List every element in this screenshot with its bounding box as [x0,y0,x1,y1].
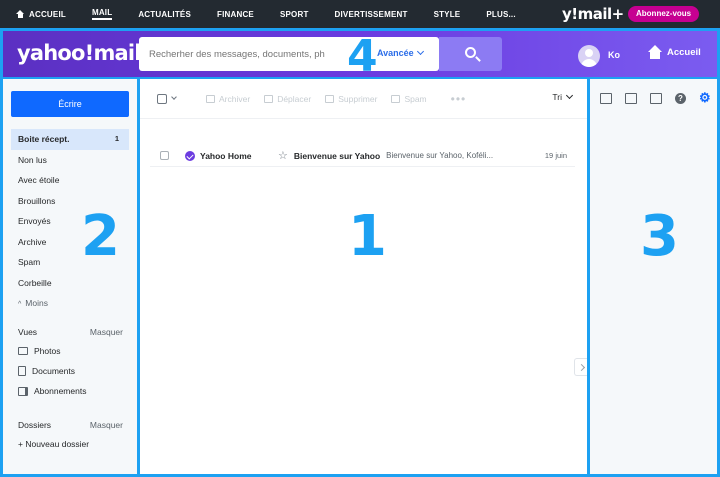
subscriptions-icon [18,386,28,396]
spam-label: Spam [404,93,427,104]
user-name[interactable]: Ko [608,50,620,60]
nav-news[interactable]: ACTUALITÉS [138,10,191,19]
nav-home[interactable]: ACCUEIL [16,10,66,19]
avatar[interactable] [578,45,600,67]
view-documents[interactable]: Documents [11,361,129,381]
archive-label: Archiver [219,93,251,104]
message-sender: Yahoo Home [200,150,252,161]
callout-number-3: 3 [640,204,679,269]
message-subject: Bienvenue sur Yahoo [293,150,381,161]
star-icon[interactable]: ☆ [278,149,288,162]
right-toolbar: ? ⚙ [600,91,711,104]
message-preview: Bienvenue sur Yahoo, Koféli... [386,151,494,160]
message-toolbar: Archiver Déplacer Supprimer Spam ••• Tri [140,79,590,119]
nav-home-label: ACCUEIL [29,9,66,19]
view-label: Photos [34,346,61,356]
view-label: Documents [32,366,75,376]
folder-label: Boite récept. [18,134,70,144]
home-link-label: Accueil [667,46,701,58]
yahoo-mail-logo[interactable]: yahoo!mail [17,41,142,65]
folder-sidebar: Écrire Boite récept. 1 Non lus Avec étoil… [0,79,140,477]
nav-more[interactable]: PLUS... [486,10,515,19]
message-date: 19 juin [544,151,567,160]
show-less-toggle[interactable]: Moins [11,293,129,313]
message-row[interactable]: Yahoo Home ☆ Bienvenue sur Yahoo Bienven… [150,145,575,167]
more-actions-button[interactable]: ••• [451,92,467,106]
mail-header: yahoo!mail Avancée 4 Ko Accueil [0,28,720,79]
unread-count: 1 [114,134,119,143]
folders-header: Dossiers Masquer [11,416,129,434]
archive-button[interactable]: Archiver [206,94,250,104]
verified-sender-icon [185,150,195,161]
select-all-checkbox[interactable] [157,93,167,104]
message-checkbox[interactable] [160,151,169,160]
folders-title: Dossiers [18,420,52,430]
views-section: Vues Masquer Photos Documents Abonnements [11,323,129,401]
contacts-icon[interactable] [600,92,612,104]
advanced-search-button[interactable]: Avancée [377,48,423,58]
home-link[interactable]: Accueil [648,45,701,59]
chevron-down-icon[interactable] [171,94,177,100]
nav-style[interactable]: STYLE [434,10,461,19]
delete-button[interactable]: Supprimer [325,94,377,104]
folder-trash[interactable]: Corbeille [11,273,129,294]
search-button[interactable] [439,37,502,71]
delete-label: Supprimer [338,93,378,104]
move-button[interactable]: Déplacer [264,94,311,104]
archive-icon [206,94,215,103]
trash-icon [325,94,335,103]
views-hide-button[interactable]: Masquer [90,323,123,341]
home-icon [648,45,662,59]
new-folder-button[interactable]: + Nouveau dossier [11,434,129,454]
message-list-pane: Archiver Déplacer Supprimer Spam ••• Tri… [140,79,590,477]
sort-dropdown[interactable]: Tri [552,92,572,102]
home-icon [16,10,25,18]
subscribe-button[interactable]: Abonnez-vous [628,6,700,22]
folder-inbox[interactable]: Boite récept. 1 [11,129,129,150]
folder-icon [264,94,274,103]
views-header: Vues Masquer [11,323,129,341]
callout-number-1: 1 [348,204,387,269]
ymail-plus-logo[interactable]: y!mail+ [562,5,624,23]
help-icon[interactable]: ? [675,92,686,104]
nav-sport[interactable]: SPORT [280,10,309,19]
callout-number-4: 4 [347,31,378,82]
search-input[interactable] [147,45,377,63]
gear-icon[interactable]: ⚙ [699,91,711,104]
folder-starred[interactable]: Avec étoile [11,170,129,191]
search-icon [465,47,476,58]
nav-mail[interactable]: MAIL [91,8,113,20]
nav-finance[interactable]: FINANCE [217,10,254,19]
photo-icon [18,347,28,355]
callout-number-2: 2 [81,204,120,269]
folders-section: Dossiers Masquer + Nouveau dossier [11,416,129,454]
right-tool-panel: ? ⚙ 3 [587,79,720,477]
compose-button[interactable]: Écrire [11,91,129,117]
search-box: Avancée [139,37,439,71]
folders-hide-button[interactable]: Masquer [90,416,123,434]
view-label: Abonnements [34,386,87,396]
notepad-icon[interactable] [650,92,662,104]
views-title: Vues [18,327,38,337]
expand-panel-button[interactable] [574,358,588,376]
calendar-icon[interactable] [625,92,637,104]
move-label: Déplacer [277,93,312,104]
shield-icon [391,94,401,103]
folder-unread[interactable]: Non lus [11,150,129,171]
spam-button[interactable]: Spam [391,93,427,104]
view-subscriptions[interactable]: Abonnements [11,381,129,401]
document-icon [18,366,26,376]
nav-entertainment[interactable]: DIVERTISSEMENT [335,10,408,19]
view-photos[interactable]: Photos [11,341,129,361]
